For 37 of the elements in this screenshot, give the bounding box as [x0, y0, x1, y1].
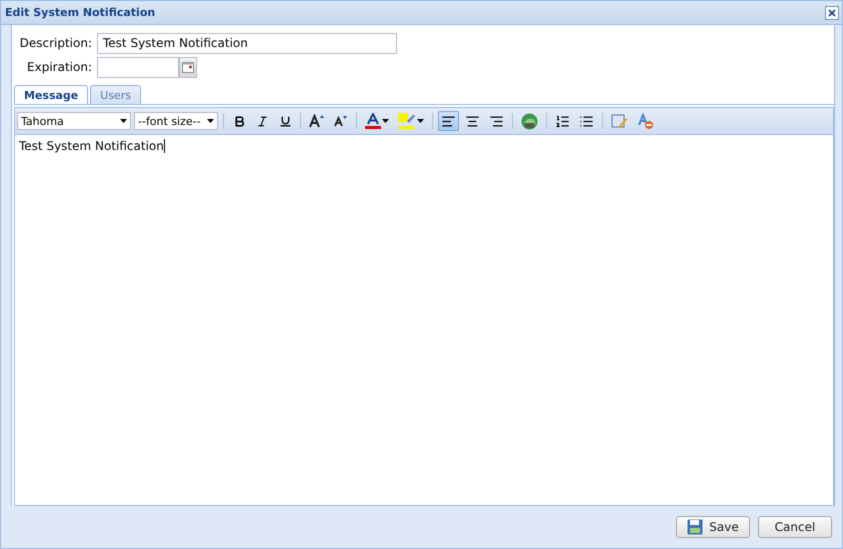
- bullet-list-icon: [579, 114, 594, 128]
- shrink-font-icon: [334, 115, 348, 127]
- underline-icon: [278, 114, 292, 128]
- date-field[interactable]: [97, 56, 179, 78]
- caret-icon: [207, 119, 214, 123]
- highlight-button[interactable]: [395, 111, 427, 131]
- caret-icon: [120, 119, 127, 123]
- text-color-button[interactable]: [362, 111, 392, 131]
- grow-font-icon: [309, 114, 325, 128]
- editor-area[interactable]: Test System Notification: [15, 135, 833, 505]
- align-left-icon: [441, 114, 456, 128]
- text-field[interactable]: Test System Notification: [97, 32, 397, 54]
- align-right-icon: [489, 114, 504, 128]
- clear-format-icon: [637, 112, 654, 130]
- font-select[interactable]: Tahoma: [17, 112, 131, 130]
- text-color-icon: [365, 113, 381, 129]
- italic-icon: [256, 114, 268, 128]
- numbered-list-icon: [555, 114, 570, 128]
- close-icon: [828, 8, 836, 16]
- highlighter-icon: [398, 113, 416, 129]
- align-center-icon: [465, 114, 480, 128]
- field-label: Description:: [18, 36, 92, 50]
- pencil-icon: [611, 112, 628, 130]
- bold-icon: [232, 114, 246, 128]
- align-left-button[interactable]: [438, 111, 459, 131]
- field-label: Expiration:: [26, 60, 92, 74]
- save-button[interactable]: Save: [676, 516, 750, 538]
- close-button[interactable]: [825, 6, 839, 20]
- caret-icon: [417, 119, 424, 123]
- font-size-select[interactable]: --font size--: [134, 112, 218, 130]
- message-text: Test System Notification: [19, 139, 165, 153]
- tab[interactable]: Message: [14, 85, 88, 104]
- calendar-icon: [182, 62, 194, 72]
- caret-icon: [382, 119, 389, 123]
- calendar-button[interactable]: [179, 56, 197, 78]
- window-title: Edit System Notification: [5, 6, 156, 19]
- cancel-button[interactable]: Cancel: [758, 516, 832, 538]
